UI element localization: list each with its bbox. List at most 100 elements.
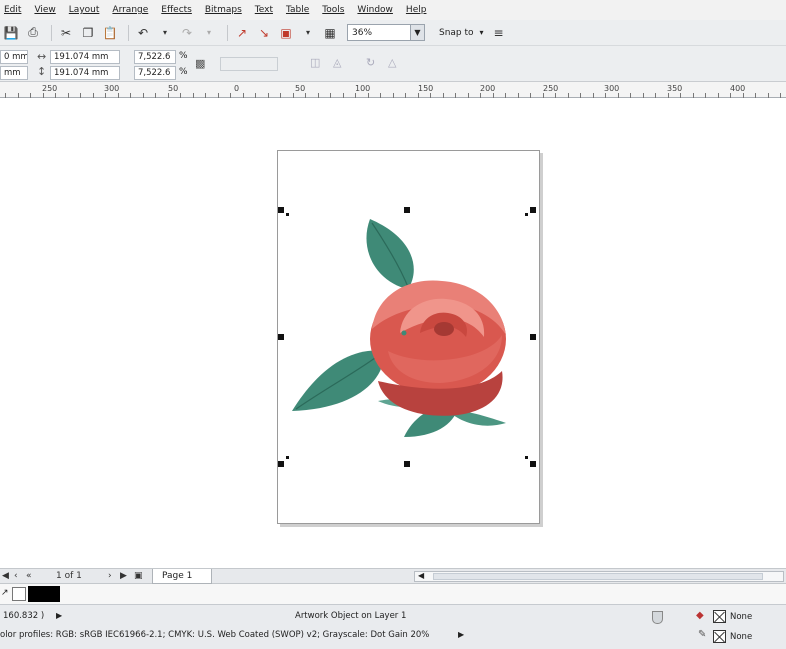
selection-handle-top-right[interactable] [530,207,536,213]
add-page-icon[interactable]: ▣ [134,571,143,581]
rose-leaf-top [366,219,414,289]
options-icon[interactable]: ≡ [490,24,508,42]
menu-help[interactable]: Help [406,5,427,15]
height-icon: ↕ [37,65,47,78]
selection-handle-top-left[interactable] [278,207,284,213]
lock-ratio-icon[interactable]: ▩ [195,57,205,70]
next-page-icon[interactable]: › [108,571,112,581]
shield-icon [652,611,663,624]
prev-page-icon[interactable]: « [26,571,32,581]
snap-to-button[interactable]: Snap to [439,28,474,38]
y-position-field[interactable]: mm [0,66,28,80]
status-bar: 160.832 ) ▶ Artwork Object on Layer 1 ◆ … [0,604,786,649]
full-screen-icon[interactable]: ▦ [321,24,339,42]
rose-bud-center [434,322,454,336]
ruler-label: 200 [480,84,496,93]
scroll-left-icon[interactable]: ◀ [418,571,424,580]
last-page-icon[interactable]: ▶ [120,571,127,581]
prev-page-icon[interactable]: ‹ [14,571,18,581]
chevron-right-icon[interactable]: ▶ [56,611,62,620]
to-front-icon[interactable]: △ [388,56,396,69]
menu-edit[interactable]: Edit [4,5,21,15]
menu-effects[interactable]: Effects [161,5,192,15]
percent-label: % [179,67,188,77]
pen-outline-icon[interactable]: ✎ [698,629,706,640]
cursor-coordinates: 160.832 ) [3,611,45,621]
tab-page-1[interactable]: Page 1 [152,569,212,584]
ruler-label: 250 [42,84,58,93]
object-info: Artwork Object on Layer 1 [295,611,407,621]
publish-pdf-icon[interactable]: ▣ [277,24,295,42]
ruler-label: 150 [418,84,434,93]
rose-artwork[interactable] [288,211,528,451]
fill-bucket-icon[interactable]: ◆ [696,610,704,621]
redo-icon[interactable]: ↷ [178,24,196,42]
menu-layout[interactable]: Layout [69,5,100,15]
selection-handle-bottom-right[interactable] [530,461,536,467]
export-icon[interactable]: ↘ [255,24,273,42]
menu-table[interactable]: Table [286,5,309,15]
ruler-label: 50 [295,84,306,93]
palette-tool-icon[interactable]: ↗ [1,588,9,598]
scale-y-field[interactable]: 7,522.6 [134,66,176,80]
ruler-label: 50 [168,84,179,93]
first-page-icon[interactable]: ◀ [2,571,9,581]
selection-handle-right[interactable] [530,334,536,340]
save-icon[interactable]: 💾 [2,24,20,42]
chevron-down-icon[interactable]: ▼ [410,25,424,40]
selection-handle-bottom[interactable] [404,461,410,467]
ruler-label: 400 [730,84,746,93]
paste-icon[interactable]: 📋 [101,24,119,42]
copy-icon[interactable]: ❐ [79,24,97,42]
menu-bar: Edit View Layout Arrange Effects Bitmaps… [0,0,786,20]
standard-toolbar: 💾 ⎙ ✂ ❐ 📋 ↶ ▾ ↷ ▾ ↗ ↘ ▣ ▾ ▦ 36% ▼ Snap t… [0,20,786,46]
selection-handle-left[interactable] [278,334,284,340]
import-icon[interactable]: ↗ [233,24,251,42]
menu-view[interactable]: View [34,5,55,15]
horizontal-ruler[interactable]: 250 300 50 0 50 100 150 200 250 300 350 … [0,82,786,98]
mirror-horizontal-icon[interactable]: ◫ [310,56,320,69]
undo-dropdown-icon[interactable]: ▾ [156,24,174,42]
mirror-vertical-icon[interactable]: ◬ [333,56,341,69]
toolbar-divider [128,24,129,41]
menu-window[interactable]: Window [357,5,393,15]
print-icon[interactable]: ⎙ [24,24,42,42]
chevron-right-icon[interactable]: ▶ [458,630,464,639]
menu-text[interactable]: Text [255,5,273,15]
document-page[interactable] [277,150,540,524]
scrollbar-thumb[interactable] [433,573,763,580]
ruler-label: 0 [234,84,240,93]
chevron-down-icon[interactable]: ▾ [480,28,484,37]
redo-dropdown-icon[interactable]: ▾ [200,24,218,42]
color-profiles[interactable]: olor profiles: RGB: sRGB IEC61966-2.1; C… [0,630,429,640]
horizontal-scrollbar[interactable]: ◀ [414,571,784,582]
zoom-combobox[interactable]: 36% ▼ [347,24,425,41]
rotation-field[interactable] [220,57,278,71]
width-icon: ↔ [37,50,47,63]
swatch-none[interactable] [12,587,26,601]
outline-label: None [730,632,753,642]
page-navigator: ◀ ‹ « 1 of 1 › ▶ ▣ Page 1 ◀ [0,568,786,584]
height-field[interactable]: 191.074 mm [50,66,120,80]
scale-x-field[interactable]: 7,522.6 [134,50,176,64]
selection-handle-bottom-left[interactable] [278,461,284,467]
x-position-field[interactable]: 0 mm [0,50,28,64]
ruler-label: 100 [355,84,371,93]
fill-label: None [730,612,753,622]
publish-dropdown-icon[interactable]: ▾ [299,24,317,42]
property-bar: 0 mm mm ↔ ↕ 191.074 mm 191.074 mm 7,522.… [0,46,786,82]
zoom-value: 36% [352,27,373,38]
drawing-canvas[interactable] [0,98,786,568]
menu-bitmaps[interactable]: Bitmaps [205,5,242,15]
width-field[interactable]: 191.074 mm [50,50,120,64]
page-counter: 1 of 1 [56,571,82,581]
menu-tools[interactable]: Tools [322,5,344,15]
swatch-black[interactable] [28,586,60,602]
wrap-text-icon[interactable]: ↻ [366,56,375,69]
menu-arrange[interactable]: Arrange [112,5,148,15]
rotation-marker [525,456,528,459]
cut-icon[interactable]: ✂ [57,24,75,42]
undo-icon[interactable]: ↶ [134,24,152,42]
fill-none-icon [713,610,726,623]
toolbar-divider [227,24,228,41]
